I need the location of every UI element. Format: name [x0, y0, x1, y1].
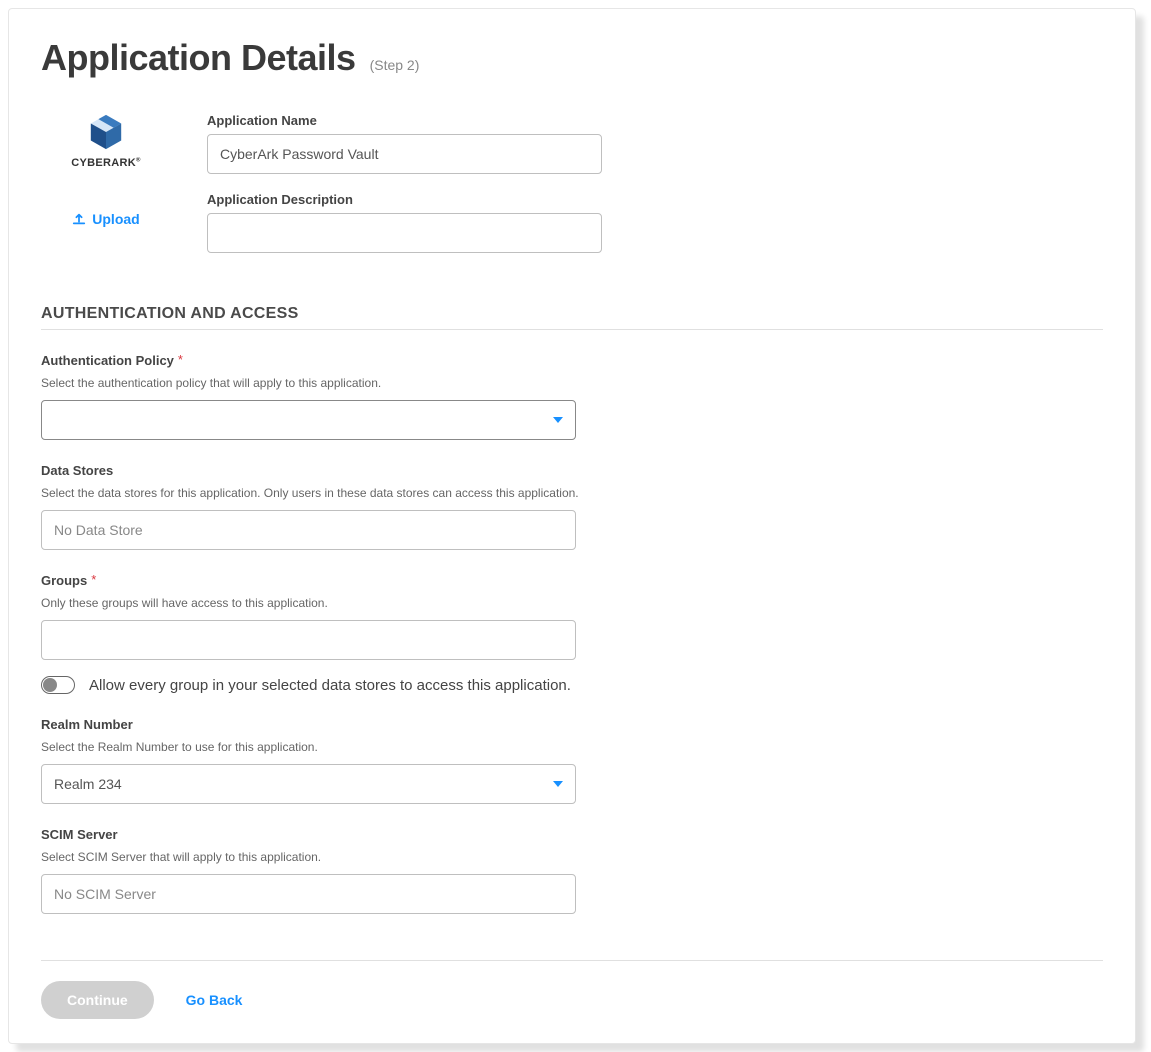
- scim-group: SCIM Server Select SCIM Server that will…: [41, 826, 1103, 914]
- realm-select[interactable]: Realm 234: [41, 764, 576, 804]
- realm-value: Realm 234: [54, 776, 122, 792]
- allow-all-groups-label: Allow every group in your selected data …: [89, 677, 571, 694]
- logo-text-ark: ARK: [111, 157, 136, 169]
- realm-label: Realm Number: [41, 717, 133, 732]
- app-logo: CYBERARK®: [71, 113, 140, 169]
- data-stores-label: Data Stores: [41, 463, 113, 478]
- auth-policy-group: Authentication Policy * Select the authen…: [41, 352, 1103, 440]
- page-title: Application Details: [41, 37, 356, 79]
- auth-policy-help: Select the authentication policy that wi…: [41, 376, 1103, 390]
- continue-button[interactable]: Continue: [41, 981, 154, 1019]
- scim-value: No SCIM Server: [54, 886, 156, 902]
- scim-select[interactable]: No SCIM Server: [41, 874, 576, 914]
- auth-policy-select[interactable]: [41, 400, 576, 440]
- groups-select[interactable]: [41, 620, 576, 660]
- app-desc-label: Application Description: [207, 192, 602, 207]
- page-header: Application Details (Step 2): [41, 37, 1103, 79]
- application-details-panel: Application Details (Step 2) CYBERARK®: [8, 8, 1136, 1044]
- auth-section-header: Authentication and Access: [41, 305, 1103, 330]
- required-indicator: *: [178, 352, 183, 367]
- app-name-field-group: Application Name: [207, 113, 602, 174]
- groups-group: Groups * Only these groups will have acce…: [41, 572, 1103, 694]
- footer-bar: Continue Go Back: [41, 960, 1103, 1019]
- app-desc-field-group: Application Description: [207, 192, 602, 253]
- app-name-input[interactable]: [207, 134, 602, 174]
- chevron-down-icon: [553, 417, 563, 423]
- top-section: CYBERARK® Upload Application Name Applic…: [41, 113, 1103, 253]
- chevron-down-icon: [553, 781, 563, 787]
- upload-label: Upload: [92, 211, 139, 227]
- scim-help: Select SCIM Server that will apply to th…: [41, 850, 1103, 864]
- data-stores-select[interactable]: No Data Store: [41, 510, 576, 550]
- realm-help: Select the Realm Number to use for this …: [41, 740, 1103, 754]
- logo-text-cyber: CYBER: [71, 157, 111, 169]
- upload-icon: [72, 212, 86, 226]
- allow-all-groups-toggle[interactable]: [41, 676, 75, 694]
- auth-policy-label: Authentication Policy: [41, 353, 174, 368]
- logo-column: CYBERARK® Upload: [41, 113, 171, 227]
- data-stores-help: Select the data stores for this applicat…: [41, 486, 1103, 500]
- scim-label: SCIM Server: [41, 827, 118, 842]
- cube-icon: [87, 113, 125, 151]
- app-desc-input[interactable]: [207, 213, 602, 253]
- required-indicator: *: [91, 572, 96, 587]
- go-back-link[interactable]: Go Back: [186, 992, 243, 1008]
- realm-group: Realm Number Select the Realm Number to …: [41, 716, 1103, 804]
- app-fields: Application Name Application Description: [207, 113, 602, 253]
- logo-text: CYBERARK®: [71, 157, 140, 169]
- groups-label: Groups: [41, 573, 87, 588]
- toggle-knob: [43, 678, 57, 692]
- groups-help: Only these groups will have access to th…: [41, 596, 1103, 610]
- data-stores-group: Data Stores Select the data stores for t…: [41, 462, 1103, 550]
- allow-all-groups-row: Allow every group in your selected data …: [41, 676, 1103, 694]
- app-name-label: Application Name: [207, 113, 602, 128]
- upload-logo-link[interactable]: Upload: [72, 211, 139, 227]
- data-stores-value: No Data Store: [54, 522, 143, 538]
- step-indicator: (Step 2): [370, 57, 420, 73]
